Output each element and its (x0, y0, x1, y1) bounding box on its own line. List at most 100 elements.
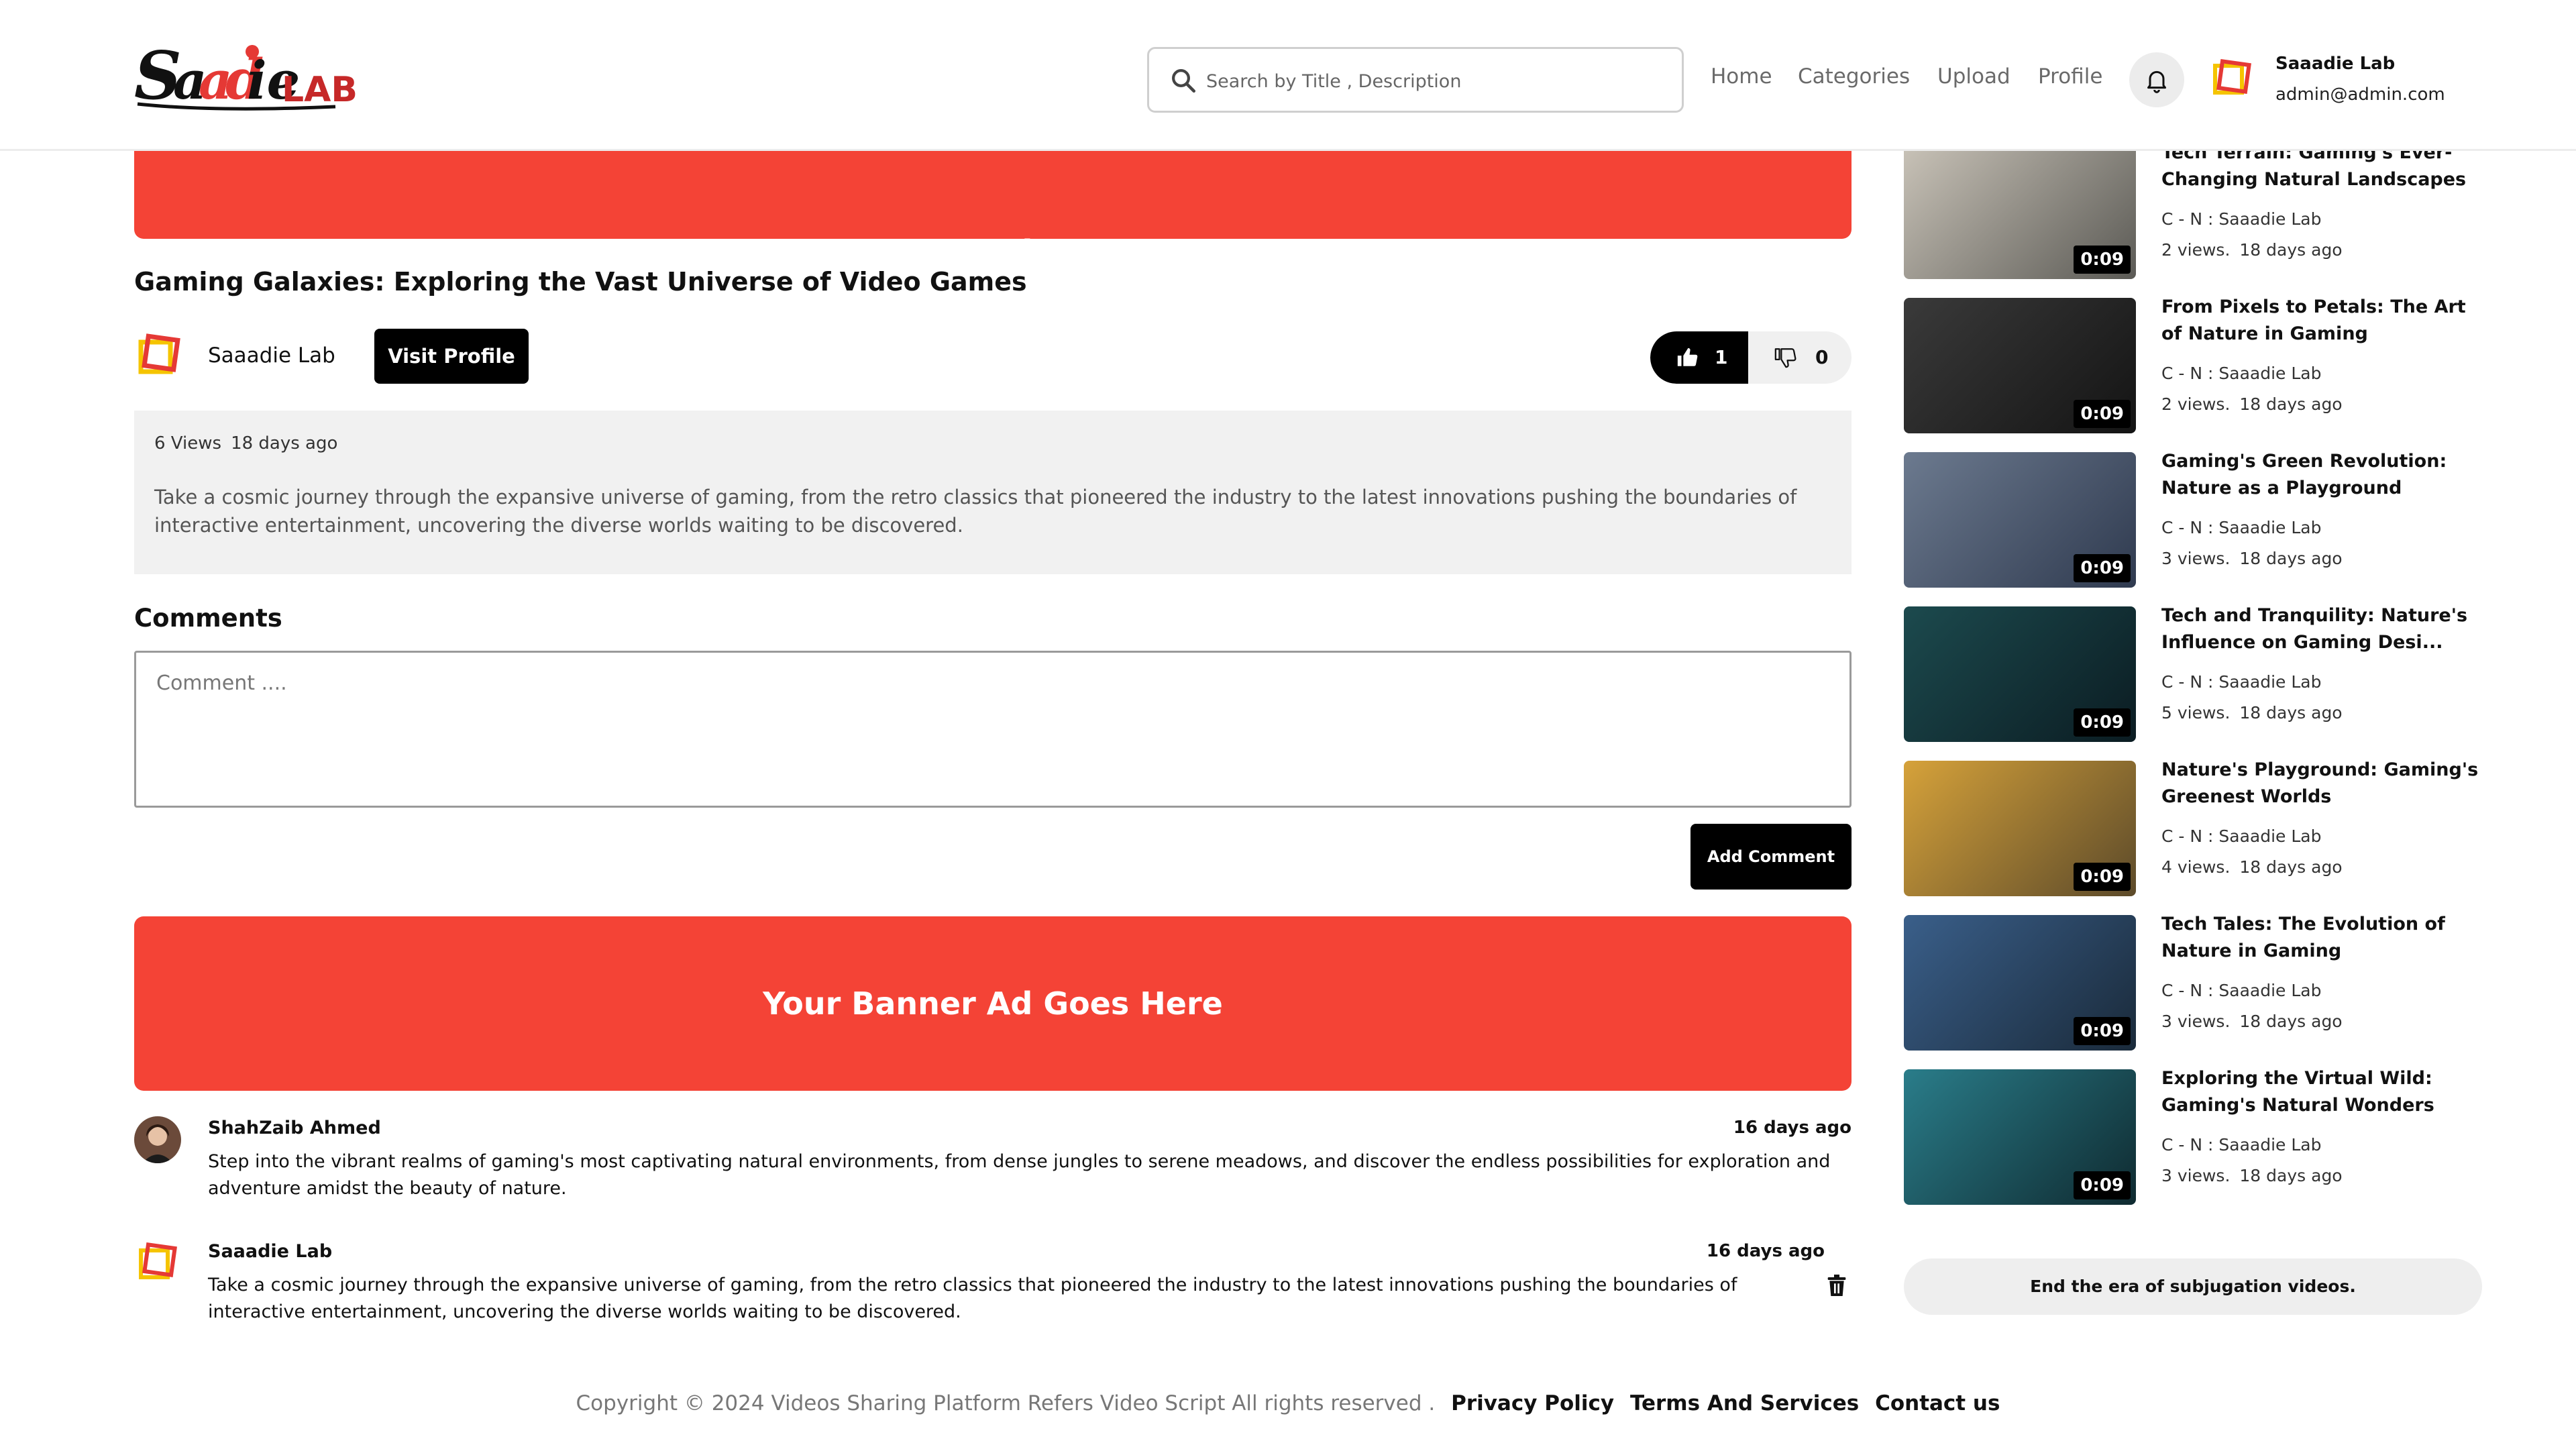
related-video-stats: 3 views. 18 days ago (2161, 549, 2343, 568)
view-count: 6 Views (154, 433, 222, 453)
related-video-stats: 2 views. 18 days ago (2161, 394, 2343, 414)
comment-author: Saaadie Lab (208, 1241, 333, 1262)
nav-categories[interactable]: Categories (1798, 64, 1910, 89)
video-thumbnail[interactable]: 0:09 (1904, 606, 2136, 742)
related-video-age: 18 days ago (2239, 394, 2343, 414)
related-video-age: 18 days ago (2239, 857, 2343, 877)
related-video-title[interactable]: Exploring the Virtual Wild: Gaming's Nat… (2161, 1065, 2483, 1119)
comment-time: 16 days ago (1706, 1241, 1825, 1261)
comment-text: Step into the vibrant realms of gaming's… (208, 1151, 1831, 1199)
video-thumbnail[interactable]: 0:09 (1904, 144, 2136, 279)
nav-upload[interactable]: Upload (1937, 64, 2010, 89)
related-video-item[interactable]: 0:09 Gaming's Green Revolution: Nature as… (1904, 451, 2481, 588)
bell-icon (2147, 70, 2166, 93)
posted-date: 18 days ago (231, 433, 338, 453)
banner-ad-text: Your Banner Ad Goes Here (763, 233, 1223, 270)
dislike-button[interactable]: 0 (1748, 331, 1851, 384)
site-logo[interactable]: S a a d ie LAB (134, 37, 362, 114)
delete-comment-icon[interactable] (1826, 1273, 1847, 1297)
related-video-views: 2 views. (2161, 240, 2231, 260)
related-video-age: 18 days ago (2239, 240, 2343, 260)
related-video-title[interactable]: Tech and Tranquility: Nature's Influence… (2161, 602, 2483, 656)
comment-text: Take a cosmic journey through the expans… (208, 1275, 1737, 1322)
nav-home[interactable]: Home (1711, 64, 1772, 89)
related-video-item[interactable]: 0:09 Tech and Tranquility: Nature's Influ… (1904, 605, 2481, 742)
search-icon (1172, 69, 1196, 93)
visit-profile-button[interactable]: Visit Profile (374, 329, 529, 384)
video-thumbnail[interactable]: 0:09 (1904, 298, 2136, 433)
privacy-policy-link[interactable]: Privacy Policy (1451, 1391, 1614, 1415)
channel-name[interactable]: Saaadie Lab (208, 343, 335, 368)
video-thumbnail[interactable]: 0:09 (1904, 761, 2136, 896)
video-duration: 0:09 (2074, 708, 2131, 737)
related-video-item[interactable]: 0:09 Nature's Playground: Gaming's Greene… (1904, 759, 2481, 896)
video-description: Take a cosmic journey through the expans… (154, 486, 1797, 537)
like-button[interactable]: 1 (1650, 331, 1748, 384)
related-video-views: 4 views. (2161, 857, 2231, 877)
related-video-channel: C - N : Saaadie Lab (2161, 209, 2322, 229)
like-count: 1 (1715, 346, 1728, 368)
related-video-item[interactable]: 0:09 Tech Terrain: Gaming's Ever-Changing… (1904, 142, 2481, 279)
related-video-stats: 3 views. 18 days ago (2161, 1012, 2343, 1031)
related-video-title[interactable]: Gaming's Green Revolution: Nature as a P… (2161, 448, 2483, 502)
related-video-title[interactable]: Tech Tales: The Evolution of Nature in G… (2161, 911, 2483, 965)
related-video-views: 2 views. (2161, 394, 2231, 414)
notification-button[interactable] (2129, 52, 2184, 107)
commenter-avatar[interactable] (134, 1116, 181, 1163)
related-video-age: 18 days ago (2239, 549, 2343, 568)
related-video-item[interactable]: 0:09 Tech Tales: The Evolution of Nature … (1904, 914, 2481, 1051)
user-avatar[interactable] (2211, 59, 2253, 101)
search-box[interactable] (1147, 47, 1684, 113)
copyright-text: Copyright © 2024 Videos Sharing Platform… (576, 1391, 1436, 1415)
add-comment-button[interactable]: Add Comment (1690, 824, 1851, 890)
comment-input[interactable] (134, 651, 1851, 808)
related-video-stats: 5 views. 18 days ago (2161, 703, 2343, 722)
banner-ad-text: Your Banner Ad Goes Here (763, 985, 1223, 1022)
related-video-age: 18 days ago (2239, 1012, 2343, 1031)
video-description-panel: 6 Views 18 days ago Take a cosmic journey… (134, 411, 1851, 574)
search-input[interactable] (1206, 61, 1669, 101)
video-duration: 0:09 (2074, 554, 2131, 582)
video-duration: 0:09 (2074, 863, 2131, 891)
comment-item: ShahZaib Ahmed 16 days ago Step into the… (134, 1116, 1851, 1199)
thumbs-down-icon (1774, 348, 1796, 368)
video-title: Gaming Galaxies: Exploring the Vast Univ… (134, 267, 1027, 297)
related-video-channel: C - N : Saaadie Lab (2161, 1135, 2322, 1155)
related-video-age: 18 days ago (2239, 703, 2343, 722)
related-video-views: 3 views. (2161, 1012, 2231, 1031)
footer: Copyright © 2024 Videos Sharing Platform… (0, 1391, 2576, 1415)
sidebar-slogan: End the era of subjugation videos. (1904, 1258, 2482, 1315)
related-video-views: 3 views. (2161, 1166, 2231, 1185)
thumbs-up-icon (1677, 347, 1698, 366)
nav-profile[interactable]: Profile (2038, 64, 2102, 89)
video-thumbnail[interactable]: 0:09 (1904, 915, 2136, 1051)
comment-item: Saaadie Lab 16 days ago Take a cosmic jo… (134, 1240, 1851, 1327)
contact-link[interactable]: Contact us (1875, 1391, 2000, 1415)
related-video-item[interactable]: 0:09 From Pixels to Petals: The Art of Na… (1904, 297, 2481, 433)
video-meta: 6 Views 18 days ago (154, 433, 337, 453)
related-video-item[interactable]: 0:09 Exploring the Virtual Wild: Gaming's… (1904, 1068, 2481, 1205)
video-duration: 0:09 (2074, 1171, 2131, 1199)
top-header: S a a d ie LAB Home Categories Upload Pr… (0, 0, 2576, 151)
comment-time: 16 days ago (1733, 1118, 1851, 1138)
related-video-age: 18 days ago (2239, 1166, 2343, 1185)
related-video-stats: 3 views. 18 days ago (2161, 1166, 2343, 1185)
related-video-channel: C - N : Saaadie Lab (2161, 364, 2322, 383)
video-duration: 0:09 (2074, 1017, 2131, 1045)
comment-author: ShahZaib Ahmed (208, 1118, 381, 1138)
related-video-stats: 2 views. 18 days ago (2161, 240, 2343, 260)
video-thumbnail[interactable]: 0:09 (1904, 452, 2136, 588)
related-video-title[interactable]: Nature's Playground: Gaming's Greenest W… (2161, 757, 2483, 810)
video-duration: 0:09 (2074, 400, 2131, 428)
terms-link[interactable]: Terms And Services (1630, 1391, 1859, 1415)
related-video-channel: C - N : Saaadie Lab (2161, 981, 2322, 1000)
commenter-avatar[interactable] (134, 1240, 181, 1287)
related-video-title[interactable]: From Pixels to Petals: The Art of Nature… (2161, 294, 2483, 347)
banner-ad-middle[interactable]: Your Banner Ad Goes Here (134, 916, 1851, 1091)
comments-heading: Comments (134, 604, 282, 633)
channel-avatar[interactable] (134, 331, 184, 381)
video-thumbnail[interactable]: 0:09 (1904, 1069, 2136, 1205)
dislike-count: 0 (1815, 346, 1829, 368)
video-duration: 0:09 (2074, 246, 2131, 274)
related-video-channel: C - N : Saaadie Lab (2161, 518, 2322, 537)
